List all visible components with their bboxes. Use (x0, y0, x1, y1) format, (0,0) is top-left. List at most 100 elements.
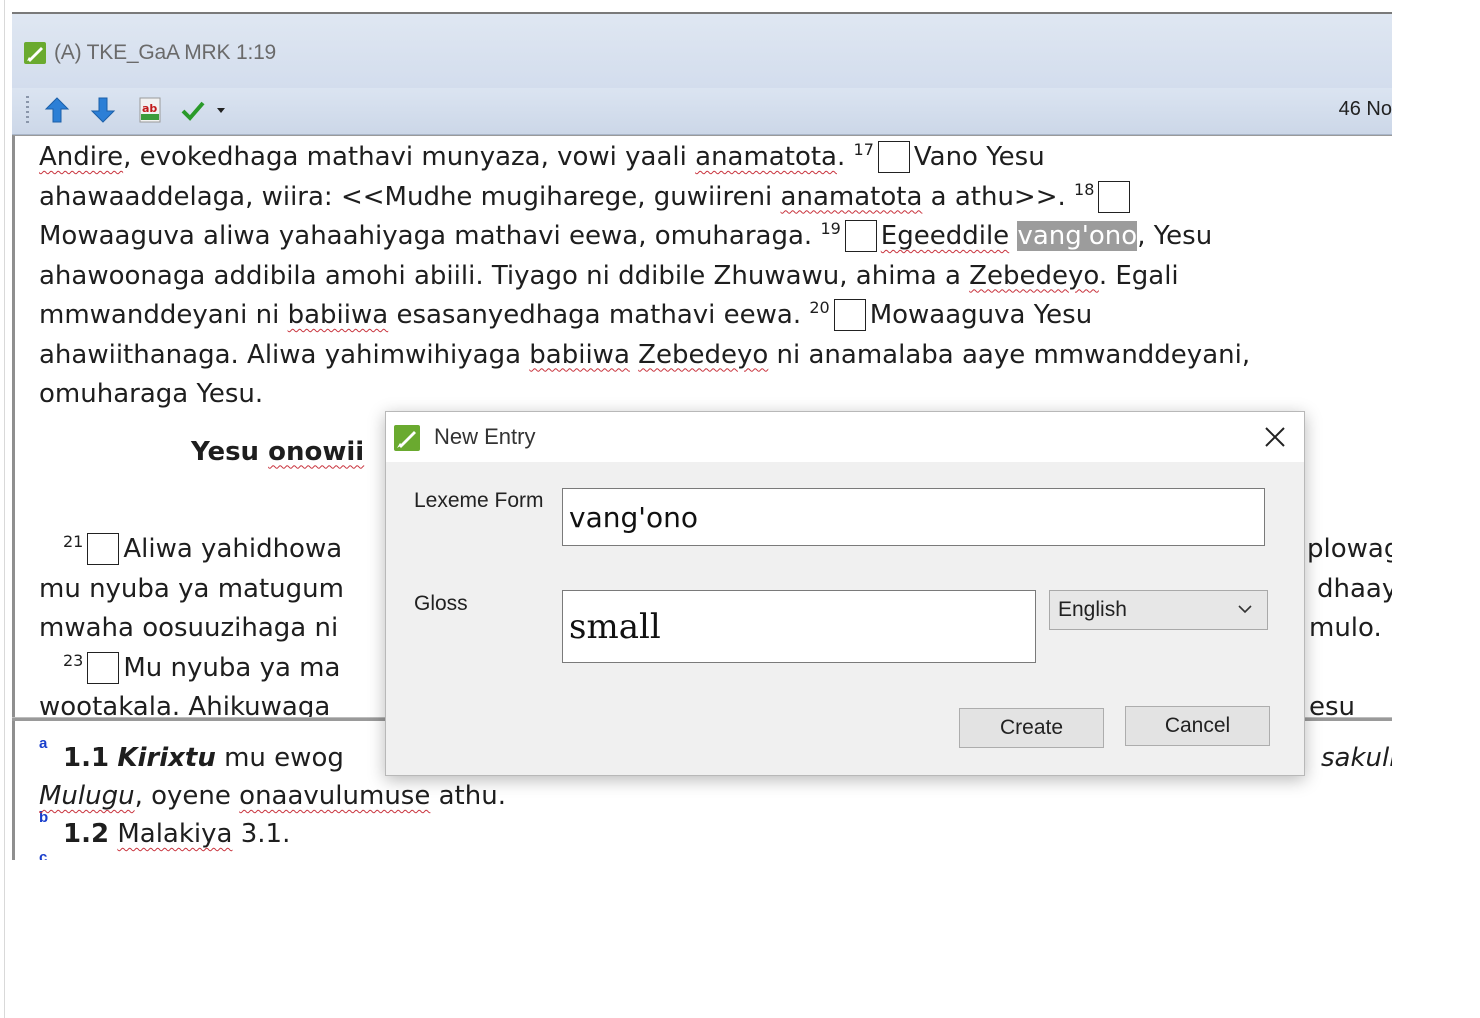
text-run: , evokedhaga mathavi munyaza, vowi yaali (123, 142, 696, 172)
word: Malakiya (117, 819, 233, 849)
svg-text:ab: ab (142, 102, 157, 115)
app-logo-icon (24, 42, 46, 64)
text-run: mu nyuba ya matugum (39, 573, 344, 604)
spelling-button[interactable]: ab (136, 94, 166, 126)
text-run: wootakala. Ahikuwaga (39, 692, 331, 718)
word: Zebedeyo (638, 339, 769, 370)
text-run: esu (1309, 692, 1356, 718)
footnote-line: Mulugu, oyene onaavulumuse athu. (39, 777, 1392, 815)
title-row: (A) TKE_GaA MRK 1:19 (24, 40, 276, 66)
close-icon (1265, 427, 1285, 447)
language-selected: English (1058, 598, 1127, 621)
text-run: mu ewog (215, 743, 344, 773)
verse-checkbox[interactable] (877, 141, 910, 173)
text-run: mulo. (1309, 613, 1382, 643)
verse-number: 23 (63, 650, 84, 670)
text-run: ahawaaddelaga, wiira: <<Mudhe mugiharege… (39, 181, 781, 212)
text-run: ni anamalaba aaye mmwanddeyani, (768, 339, 1251, 370)
text-run: plowag (1307, 534, 1392, 564)
checkmark-icon (181, 101, 205, 121)
spelling-icon: ab (139, 97, 161, 123)
word: babiiwa (529, 339, 630, 370)
text-run: sakuli (1321, 743, 1392, 773)
verse-checkbox[interactable] (87, 651, 120, 684)
verse-checkbox[interactable] (844, 220, 877, 252)
footnote-keyword: Kirixtu (117, 743, 216, 773)
text-line: ahawaaddelaga, wiira: <<Mudhe mugiharege… (39, 178, 1392, 218)
text-run: Mu nyuba ya ma (123, 652, 341, 683)
dialog-title: New Entry (434, 424, 536, 449)
word: onowii (268, 436, 365, 467)
text-run: Vano Yesu (913, 142, 1045, 172)
close-button[interactable] (1260, 422, 1290, 452)
word: Egeeddile (880, 221, 1010, 251)
verse-number: 18 (1074, 179, 1095, 199)
word: anamatota (695, 142, 837, 172)
footnote-line: 1.2 Malakiya 3.1. (39, 815, 1392, 853)
text-line: mmwanddeyani ni babiiwa esasanyedhaga ma… (39, 296, 1392, 336)
word: babiiwa (287, 300, 389, 330)
text-run: athu. (430, 781, 506, 811)
previous-button[interactable] (42, 94, 72, 126)
chevron-down-icon (1238, 605, 1252, 614)
heading-text: Yesu (191, 436, 269, 467)
text-run: ahawiithanaga. Aliwa yahimwihiyaga (39, 339, 530, 370)
verse-checkbox[interactable] (833, 299, 866, 331)
toolbar: ab 46 No (12, 88, 1392, 135)
text-run: a athu>>. (922, 181, 1075, 212)
text-run: 3.1. (232, 819, 291, 849)
text-line: Mowaaguva aliwa yahaahiyaga mathavi eewa… (39, 217, 1392, 257)
verse-number: 20 (809, 298, 830, 317)
text-run: ahawoonaga addibila amohi abiili. Tiyago… (39, 260, 970, 291)
check-button[interactable] (178, 94, 208, 126)
title-bar[interactable]: (A) TKE_GaA MRK 1:19 (12, 14, 1392, 88)
selected-word[interactable]: vang'ono (1017, 221, 1138, 251)
word: onaavulumuse (239, 781, 431, 811)
word: Zebedeyo (969, 260, 1099, 291)
footnote-ref: 1.2 (63, 819, 110, 849)
lexeme-form-label: Lexeme Form (414, 489, 544, 512)
text-run: Mowaaguva Yesu (869, 300, 1093, 330)
window-title: (A) TKE_GaA MRK 1:19 (54, 41, 277, 64)
text-run: omuharaga Yesu. (39, 379, 264, 409)
text-run: . Egali (1098, 260, 1179, 291)
arrow-down-icon (90, 97, 116, 123)
verse-checkbox[interactable] (87, 533, 120, 565)
lexeme-form-field[interactable] (562, 488, 1265, 546)
text-line: omuharaga Yesu. (39, 375, 1392, 415)
cancel-button[interactable]: Cancel (1125, 706, 1270, 746)
text-run: mwaha oosuuzihaga ni (39, 613, 339, 643)
text-line: Andire, evokedhaga mathavi munyaza, vowi… (39, 138, 1392, 178)
verse-number: 19 (820, 219, 841, 238)
word: anamatota (780, 181, 923, 212)
gloss-label: Gloss (414, 592, 468, 615)
word: Andire (39, 142, 124, 172)
lexeme-form-input[interactable] (563, 489, 1264, 545)
verse-number: 17 (853, 140, 874, 159)
word: Mulugu (39, 781, 135, 811)
dialog-title-bar[interactable]: New Entry (386, 412, 1304, 462)
text-run: , Yesu (1137, 221, 1213, 251)
check-dropdown-button[interactable] (212, 94, 230, 126)
footnote-ref: 1.1 (63, 743, 110, 773)
text-line: ahawiithanaga. Aliwa yahimwihiyaga babii… (39, 336, 1392, 376)
text-line: ahawoonaga addibila amohi abiili. Tiyago… (39, 257, 1392, 297)
next-button[interactable] (88, 94, 118, 126)
text-run: mmwanddeyani ni (39, 300, 288, 330)
text-run: Aliwa yahidhowa (123, 534, 343, 564)
toolbar-grip[interactable] (26, 96, 29, 124)
new-entry-dialog: New Entry Lexeme Form Gloss English Crea… (385, 411, 1305, 776)
text-run: esasanyedhaga mathavi eewa. (388, 300, 810, 330)
text-run: , oyene (134, 781, 240, 811)
create-button[interactable]: Create (959, 708, 1104, 748)
app-logo-icon (394, 425, 420, 451)
verse-checkbox[interactable] (1098, 180, 1131, 213)
text-run: . (836, 142, 854, 172)
text-run: dhaay (1317, 573, 1392, 604)
dropdown-arrow-icon (217, 108, 225, 113)
arrow-up-icon (44, 97, 70, 123)
note-count: 46 No (1338, 98, 1392, 120)
language-select[interactable]: English (1049, 590, 1268, 630)
gloss-field[interactable] (562, 590, 1036, 663)
gloss-input[interactable] (563, 591, 1035, 662)
